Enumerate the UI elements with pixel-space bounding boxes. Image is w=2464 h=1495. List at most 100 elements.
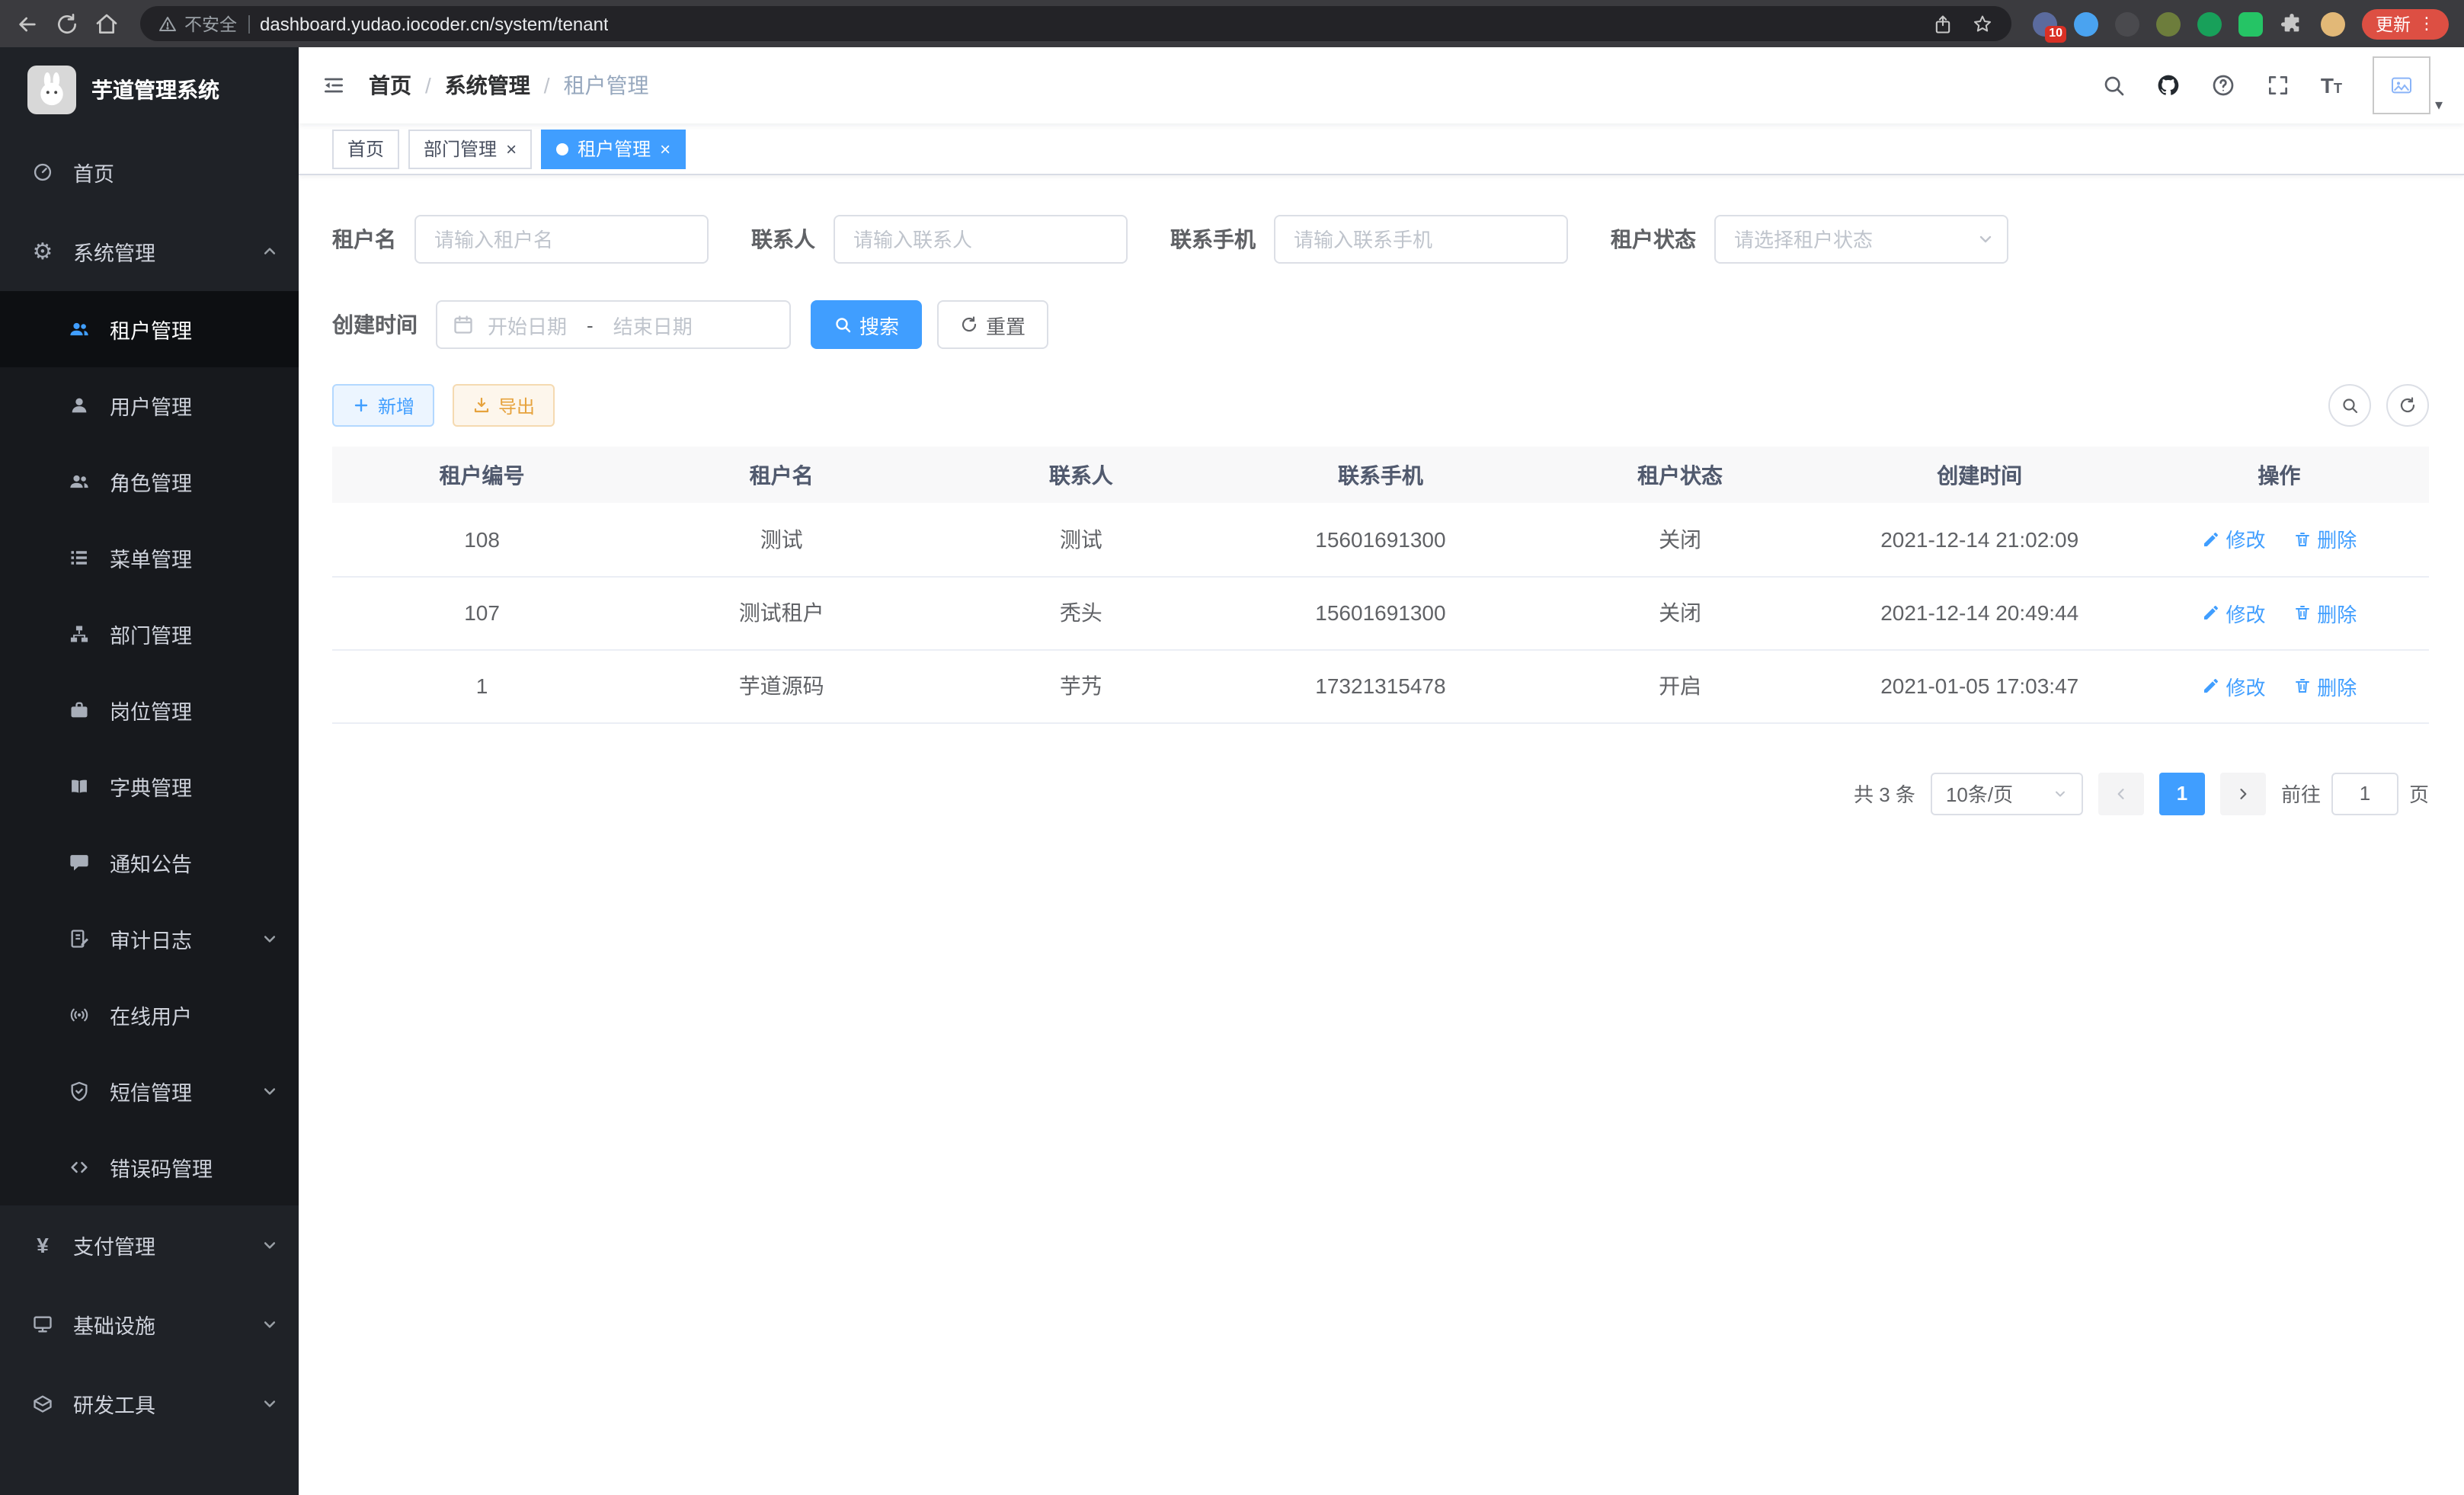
sidebar-item-infrastructure[interactable]: 基础设施 xyxy=(0,1285,299,1364)
cell-actions: 修改 删除 xyxy=(2130,503,2429,576)
extension-badge: 10 xyxy=(2045,25,2066,42)
sidebar-item-departments[interactable]: 部门管理 xyxy=(0,596,299,672)
page-size-select[interactable]: 10条/页 xyxy=(1931,772,2083,815)
header-search-button[interactable] xyxy=(2101,73,2126,98)
sidebar-item-dev-tools[interactable]: 研发工具 xyxy=(0,1364,299,1443)
share-icon xyxy=(1932,13,1954,34)
address-bar[interactable]: 不安全 dashboard.yudao.iocoder.cn/system/te… xyxy=(140,6,2011,41)
security-indicator[interactable]: 不安全 xyxy=(158,11,237,36)
user-avatar-dropdown[interactable]: ▾ xyxy=(2373,56,2443,114)
contact-input[interactable] xyxy=(834,215,1128,264)
sidebar-item-payment[interactable]: ¥ 支付管理 xyxy=(0,1205,299,1285)
reload-button[interactable] xyxy=(55,11,79,36)
sidebar-collapse-button[interactable] xyxy=(299,73,369,98)
reset-button[interactable]: 重置 xyxy=(937,300,1048,349)
export-button[interactable]: 导出 xyxy=(453,384,555,427)
help-button[interactable] xyxy=(2211,73,2235,98)
phone-input[interactable] xyxy=(1274,215,1568,264)
edit-link[interactable]: 修改 xyxy=(2201,525,2265,554)
prev-page-button[interactable] xyxy=(2098,772,2144,815)
sidebar-item-roles[interactable]: 角色管理 xyxy=(0,443,299,520)
sidebar-item-label: 通知公告 xyxy=(110,847,192,878)
add-button[interactable]: 新增 xyxy=(332,384,434,427)
status-select-input[interactable] xyxy=(1714,215,2008,264)
filter-tenant-name: 租户名 xyxy=(332,215,709,264)
roles-icon xyxy=(67,471,91,492)
back-button[interactable] xyxy=(15,11,40,36)
sidebar-item-label: 错误码管理 xyxy=(110,1152,213,1183)
sidebar-item-label: 在线用户 xyxy=(110,1000,192,1030)
url-text[interactable]: dashboard.yudao.iocoder.cn/system/tenant xyxy=(260,13,609,34)
sidebar-item-error-codes[interactable]: 错误码管理 xyxy=(0,1129,299,1205)
extension-icon-dark[interactable] xyxy=(2115,11,2139,36)
date-separator: - xyxy=(581,313,600,336)
star-icon xyxy=(1972,13,1993,34)
browser-update-button[interactable]: 更新 ⋮ xyxy=(2362,8,2449,39)
sidebar-item-posts[interactable]: 岗位管理 xyxy=(0,672,299,748)
refresh-icon xyxy=(960,315,978,334)
sidebar-item-online-users[interactable]: 在线用户 xyxy=(0,977,299,1053)
refresh-table-button[interactable] xyxy=(2386,384,2429,427)
next-page-button[interactable] xyxy=(2220,772,2266,815)
status-select[interactable] xyxy=(1714,215,2008,264)
delete-link[interactable]: 删除 xyxy=(2293,525,2357,554)
page-1-button[interactable]: 1 xyxy=(2159,772,2205,815)
show-search-toggle-button[interactable] xyxy=(2328,384,2371,427)
tab-dept[interactable]: 部门管理 × xyxy=(408,129,532,168)
github-link[interactable] xyxy=(2156,73,2181,98)
extension-icon-blue[interactable] xyxy=(2074,11,2098,36)
search-button[interactable]: 搜索 xyxy=(811,300,922,349)
sidebar-item-tenant[interactable]: 租户管理 xyxy=(0,291,299,367)
edit-link[interactable]: 修改 xyxy=(2201,671,2265,700)
goto-page-input[interactable] xyxy=(2331,772,2398,815)
warning-icon xyxy=(158,14,177,33)
extensions-menu-button[interactable] xyxy=(2280,11,2304,36)
sidebar-item-home[interactable]: 首页 xyxy=(0,133,299,212)
delete-link[interactable]: 删除 xyxy=(2293,671,2357,700)
sidebar-item-system[interactable]: ⚙ 系统管理 xyxy=(0,212,299,291)
sidebar-logo[interactable]: 芋道管理系统 xyxy=(0,47,299,133)
sidebar-item-audit-log[interactable]: 审计日志 xyxy=(0,901,299,977)
cell-contact: 芋艿 xyxy=(931,649,1230,722)
close-icon[interactable]: × xyxy=(660,139,670,158)
col-status: 租户状态 xyxy=(1531,447,1830,503)
extension-icon-badged[interactable]: 10 xyxy=(2033,11,2057,36)
breadcrumb-system[interactable]: 系统管理 xyxy=(445,70,530,101)
share-button[interactable] xyxy=(1932,13,1954,34)
sidebar-item-dict[interactable]: 字典管理 xyxy=(0,748,299,824)
breadcrumb: 首页 / 系统管理 / 租户管理 xyxy=(369,70,649,101)
bookmark-button[interactable] xyxy=(1972,13,1993,34)
cell-phone: 15601691300 xyxy=(1230,503,1530,576)
fullscreen-button[interactable] xyxy=(2266,73,2290,98)
extension-icon-olive[interactable] xyxy=(2156,11,2181,36)
tab-home[interactable]: 首页 xyxy=(332,129,399,168)
cell-created: 2021-12-14 21:02:09 xyxy=(1830,503,2130,576)
sidebar-item-users[interactable]: 用户管理 xyxy=(0,367,299,443)
delete-link[interactable]: 删除 xyxy=(2293,598,2357,627)
profile-avatar[interactable] xyxy=(2321,11,2345,36)
sidebar-item-menus[interactable]: 菜单管理 xyxy=(0,520,299,596)
sidebar-item-sms[interactable]: 短信管理 xyxy=(0,1053,299,1129)
cell-created: 2021-12-14 20:49:44 xyxy=(1830,576,2130,649)
tab-tenant[interactable]: 租户管理 × xyxy=(541,129,686,168)
code-icon xyxy=(67,1157,91,1178)
create-time-label: 创建时间 xyxy=(332,309,418,340)
edit-icon xyxy=(2201,677,2219,695)
caret-down-icon: ▾ xyxy=(2435,98,2443,114)
font-size-button[interactable]: TT xyxy=(2321,73,2342,98)
refresh-icon xyxy=(2398,396,2417,415)
edit-link[interactable]: 修改 xyxy=(2201,598,2265,627)
reload-icon xyxy=(55,11,79,36)
close-icon[interactable]: × xyxy=(506,139,517,158)
gear-icon: ⚙ xyxy=(30,240,55,263)
home-button[interactable] xyxy=(94,11,119,36)
sidebar-item-notice[interactable]: 通知公告 xyxy=(0,824,299,901)
extension-icon-green-square[interactable] xyxy=(2238,11,2263,36)
tenant-name-input[interactable] xyxy=(414,215,709,264)
table-header-row: 租户编号 租户名 联系人 联系手机 租户状态 创建时间 操作 xyxy=(332,447,2429,503)
cell-tenant-id: 1 xyxy=(332,649,632,722)
date-range-picker[interactable]: 开始日期 - 结束日期 xyxy=(436,300,791,349)
breadcrumb-home[interactable]: 首页 xyxy=(369,70,411,101)
extension-icon-green-circle[interactable] xyxy=(2197,11,2222,36)
breadcrumb-separator: / xyxy=(544,73,550,98)
